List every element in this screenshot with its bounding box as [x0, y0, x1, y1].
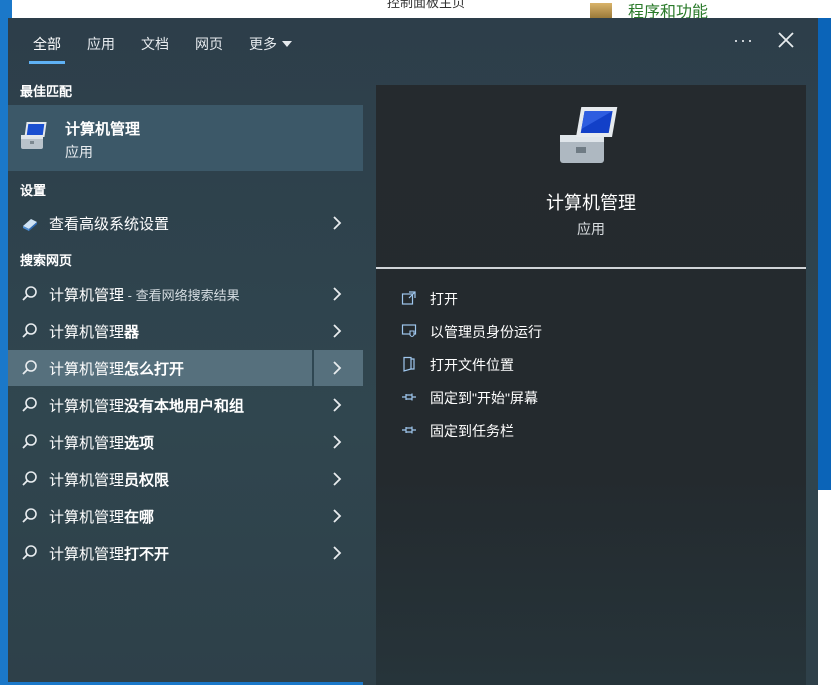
more-options-button[interactable]: ··· — [733, 30, 754, 51]
web-result-item[interactable]: 计算机管理员权限 — [8, 461, 363, 497]
close-icon[interactable] — [774, 28, 798, 52]
search-icon — [22, 323, 37, 338]
search-icon — [22, 286, 37, 301]
tab-apps[interactable]: 应用 — [75, 18, 127, 72]
chevron-right-icon[interactable] — [330, 545, 344, 561]
chevron-right-icon[interactable] — [330, 360, 344, 376]
action-label: 固定到"开始"屏幕 — [430, 390, 538, 406]
tab-documents[interactable]: 文档 — [129, 18, 181, 72]
tab-more[interactable]: 更多 — [237, 18, 304, 72]
web-result-label: 计算机管理器 — [49, 324, 140, 341]
web-result-label: 计算机管理怎么打开 — [49, 361, 185, 378]
file-location-icon — [403, 356, 415, 372]
action-pin-to-start[interactable]: 固定到"开始"屏幕 — [401, 386, 781, 408]
pin-icon — [402, 393, 416, 401]
section-search-web: 搜索网页 — [20, 253, 73, 268]
programs-icon — [590, 3, 612, 18]
chevron-down-icon — [282, 41, 292, 47]
settings-item-label: 查看高级系统设置 — [49, 216, 170, 233]
web-result-label: 计算机管理在哪 — [49, 509, 155, 526]
action-open[interactable]: 打开 — [401, 287, 781, 309]
action-pin-to-taskbar[interactable]: 固定到任务栏 — [401, 419, 781, 441]
tab-all[interactable]: 全部 — [21, 18, 73, 72]
search-icon — [22, 471, 37, 486]
chevron-right-icon[interactable] — [330, 286, 344, 302]
action-label: 以管理员身份运行 — [430, 324, 542, 340]
settings-item[interactable]: 查看高级系统设置 — [8, 205, 363, 241]
search-icon — [22, 508, 37, 523]
system-settings-icon — [23, 219, 37, 231]
desktop-edge-right — [818, 18, 831, 490]
action-label: 固定到任务栏 — [430, 423, 514, 439]
chevron-right-icon[interactable] — [330, 434, 344, 450]
bg-control-panel-home: 控制面板主页 — [387, 0, 466, 10]
search-tabs: 全部 应用 文档 网页 更多 ··· — [8, 18, 818, 72]
best-match-item[interactable]: 计算机管理 应用 — [8, 105, 363, 171]
web-result-label: 计算机管理选项 — [49, 435, 155, 452]
web-result-item[interactable]: 计算机管理没有本地用户和组 — [8, 387, 363, 423]
search-icon — [22, 545, 37, 560]
detail-app-name: 计算机管理 — [546, 193, 636, 213]
computer-management-icon — [21, 122, 47, 149]
detail-app-type: 应用 — [577, 221, 605, 237]
detail-separator — [376, 267, 806, 269]
web-result-item[interactable]: 计算机管理在哪 — [8, 498, 363, 534]
web-result-label: 计算机管理没有本地用户和组 — [49, 398, 245, 415]
action-run-as-admin[interactable]: 以管理员身份运行 — [401, 320, 781, 342]
tab-web[interactable]: 网页 — [183, 18, 235, 72]
action-open-file-location[interactable]: 打开文件位置 — [401, 353, 781, 375]
action-label: 打开 — [430, 291, 458, 307]
web-result-item[interactable]: 计算机管理 - 查看网络搜索结果 — [8, 276, 363, 312]
web-result-item[interactable]: 计算机管理打不开 — [8, 535, 363, 571]
web-result-item[interactable]: 计算机管理器 — [8, 313, 363, 349]
web-result-label: 计算机管理员权限 — [49, 472, 170, 489]
chevron-right-icon[interactable] — [330, 215, 344, 231]
web-result-item-highlighted[interactable]: 计算机管理怎么打开 — [8, 350, 363, 386]
open-icon — [401, 291, 416, 305]
best-match-subtitle: 应用 — [65, 144, 93, 160]
chevron-right-icon[interactable] — [330, 323, 344, 339]
search-icon — [22, 397, 37, 412]
computer-management-icon — [560, 107, 618, 163]
web-result-item[interactable]: 计算机管理选项 — [8, 424, 363, 460]
results-list: 最佳匹配 计算机管理 应用 设置 查看高级系统设置 搜索网页 计算机管理 - 查… — [8, 72, 363, 685]
search-icon — [22, 360, 37, 375]
web-result-label: 计算机管理打不开 — [49, 546, 170, 563]
section-settings: 设置 — [20, 183, 47, 198]
chevron-right-icon[interactable] — [330, 471, 344, 487]
best-match-title: 计算机管理 — [65, 121, 141, 138]
chevron-right-icon[interactable] — [330, 508, 344, 524]
action-label: 打开文件位置 — [430, 357, 514, 373]
section-best-match: 最佳匹配 — [20, 84, 73, 99]
chevron-right-icon[interactable] — [330, 397, 344, 413]
row-divider — [312, 350, 314, 386]
shield-run-icon — [401, 324, 417, 338]
detail-panel: 计算机管理 应用 打开 以管理员身份运行 打开文件位置 固定到"开始"屏幕 固定… — [376, 85, 806, 685]
pin-icon — [402, 426, 416, 434]
search-icon — [22, 434, 37, 449]
web-result-label: 计算机管理 - 查看网络搜索结果 — [49, 287, 240, 304]
